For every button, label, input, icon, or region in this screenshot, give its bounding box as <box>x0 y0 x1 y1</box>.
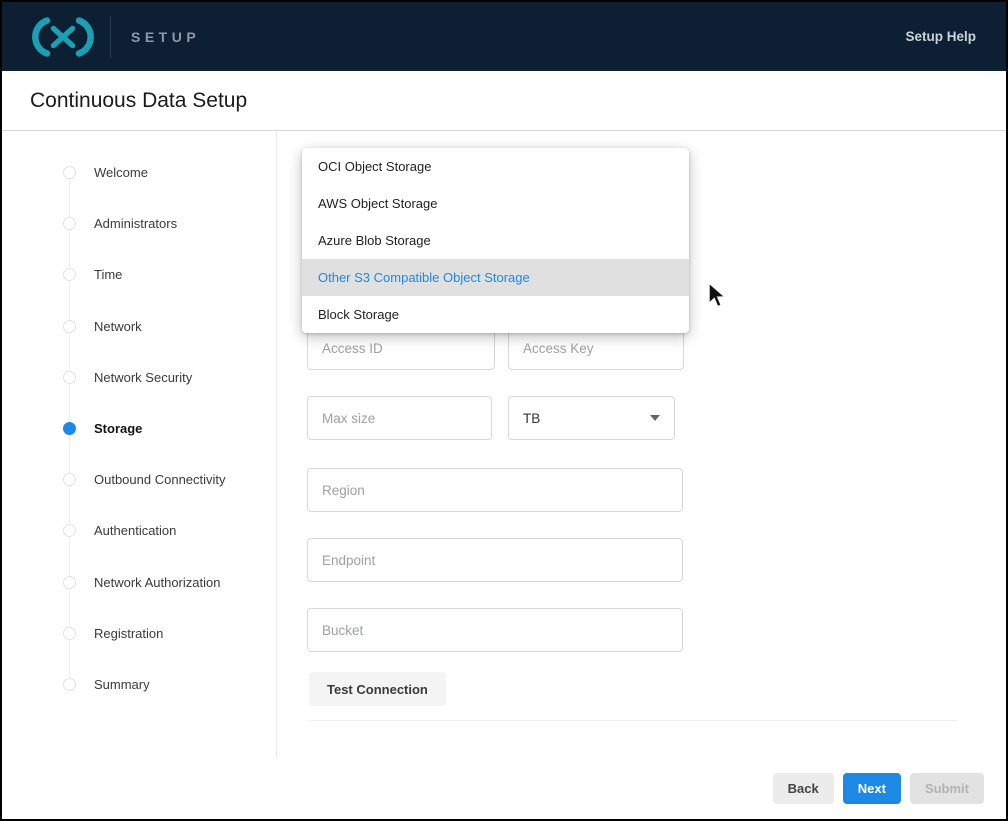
step-circle-icon <box>63 627 76 640</box>
max-size-input[interactable] <box>307 396 492 440</box>
step-label: Outbound Connectivity <box>94 472 226 487</box>
step-circle-icon <box>63 166 76 179</box>
sidebar-item-administrators[interactable]: Administrators <box>2 198 276 249</box>
size-unit-select[interactable]: TB <box>508 396 675 440</box>
endpoint-input[interactable] <box>307 538 683 582</box>
stepper-sidebar: Welcome Administrators Time Network Netw… <box>2 131 277 758</box>
sidebar-item-network-authorization[interactable]: Network Authorization <box>2 557 276 608</box>
region-input[interactable] <box>307 468 683 512</box>
brand-divider <box>110 16 111 58</box>
setup-help-link[interactable]: Setup Help <box>905 29 976 44</box>
bucket-input[interactable] <box>307 608 683 652</box>
sidebar-item-welcome[interactable]: Welcome <box>2 147 276 198</box>
menu-item-oci-object-storage[interactable]: OCI Object Storage <box>302 148 689 185</box>
sidebar-item-summary[interactable]: Summary <box>2 659 276 710</box>
test-connection-button[interactable]: Test Connection <box>309 672 446 706</box>
step-circle-icon <box>63 473 76 486</box>
step-circle-icon <box>63 576 76 589</box>
delphix-logo-icon <box>30 15 96 59</box>
top-app-bar: SETUP Setup Help <box>2 2 1006 71</box>
back-button[interactable]: Back <box>773 773 834 804</box>
sidebar-item-registration[interactable]: Registration <box>2 608 276 659</box>
stepper-list: Welcome Administrators Time Network Netw… <box>2 131 276 710</box>
menu-item-azure-blob-storage[interactable]: Azure Blob Storage <box>302 222 689 259</box>
step-circle-icon <box>63 268 76 281</box>
menu-item-aws-object-storage[interactable]: AWS Object Storage <box>302 185 689 222</box>
step-circle-icon <box>63 524 76 537</box>
storage-step-content: TB Test Connection OCI Object Storage AW… <box>277 131 1006 758</box>
size-unit-value: TB <box>523 411 540 426</box>
page-title: Continuous Data Setup <box>30 89 247 113</box>
step-label: Storage <box>94 421 142 436</box>
storage-type-dropdown-menu: OCI Object Storage AWS Object Storage Az… <box>302 148 689 333</box>
step-circle-icon-active <box>63 422 76 435</box>
step-label: Network Authorization <box>94 575 220 590</box>
menu-item-block-storage[interactable]: Block Storage <box>302 296 689 333</box>
menu-item-other-s3-compatible-object-storage[interactable]: Other S3 Compatible Object Storage <box>302 259 689 296</box>
step-label: Welcome <box>94 165 148 180</box>
wizard-footer: Back Next Submit <box>2 758 1006 819</box>
sidebar-item-time[interactable]: Time <box>2 249 276 300</box>
next-button[interactable]: Next <box>843 773 901 804</box>
step-label: Network Security <box>94 370 192 385</box>
sidebar-item-authentication[interactable]: Authentication <box>2 505 276 556</box>
step-label: Registration <box>94 626 163 641</box>
chevron-down-icon <box>650 415 660 421</box>
sidebar-item-storage[interactable]: Storage <box>2 403 276 454</box>
step-circle-icon <box>63 217 76 230</box>
setup-wizard-window: SETUP Setup Help Continuous Data Setup W… <box>0 0 1008 821</box>
step-label: Time <box>94 267 122 282</box>
step-circle-icon <box>63 371 76 384</box>
step-label: Summary <box>94 677 150 692</box>
title-bar: Continuous Data Setup <box>2 71 1006 131</box>
submit-button[interactable]: Submit <box>910 773 984 804</box>
wizard-body: Welcome Administrators Time Network Netw… <box>2 131 1006 758</box>
sidebar-item-network-security[interactable]: Network Security <box>2 352 276 403</box>
step-circle-icon <box>63 320 76 333</box>
content-divider <box>307 720 958 721</box>
brand-setup-label: SETUP <box>131 29 200 45</box>
sidebar-item-outbound-connectivity[interactable]: Outbound Connectivity <box>2 454 276 505</box>
step-circle-icon <box>63 678 76 691</box>
step-label: Network <box>94 319 142 334</box>
step-label: Authentication <box>94 523 176 538</box>
sidebar-item-network[interactable]: Network <box>2 301 276 352</box>
step-label: Administrators <box>94 216 177 231</box>
